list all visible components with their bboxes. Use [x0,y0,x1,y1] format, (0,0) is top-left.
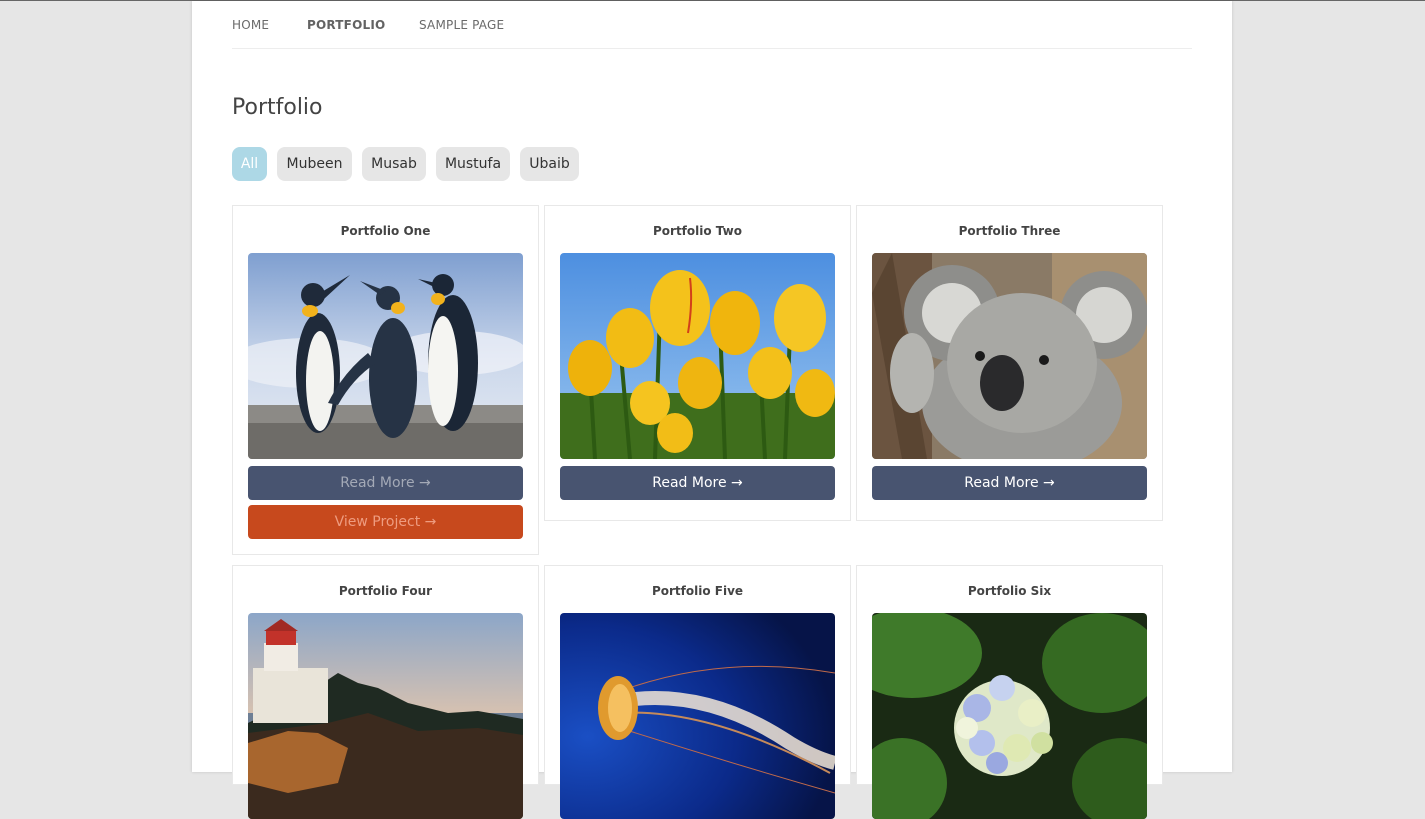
read-more-button[interactable]: Read More → [560,466,835,500]
lighthouse-photo[interactable] [248,613,523,819]
nav-sample-page[interactable]: SAMPLE PAGE [419,18,504,32]
portfolio-card-title: Portfolio Three [958,224,1061,238]
filter-musab[interactable]: Musab [362,147,426,181]
portfolio-card-title: Portfolio One [340,224,431,238]
portfolio-card-one: Portfolio One Read More → View Project → [232,205,539,555]
nav-portfolio[interactable]: PORTFOLIO [307,18,385,32]
portfolio-card-six: Portfolio Six [856,565,1163,819]
portfolio-card-title: Portfolio Two [652,224,742,238]
view-project-button[interactable]: View Project → [248,505,523,539]
portfolio-card-title: Portfolio Four [338,584,433,598]
koala-photo[interactable] [872,253,1147,459]
filter-mubeen[interactable]: Mubeen [277,147,352,181]
filter-ubaib[interactable]: Ubaib [520,147,579,181]
portfolio-card-three: Portfolio Three Read More → [856,205,1163,521]
filter-mustufa[interactable]: Mustufa [436,147,510,181]
filter-all[interactable]: All [232,147,267,181]
read-more-button[interactable]: Read More → [248,466,523,500]
portfolio-card-four: Portfolio Four [232,565,539,819]
page-title: Portfolio [232,95,323,120]
penguins-photo[interactable] [248,253,523,459]
portfolio-card-title: Portfolio Six [967,584,1052,598]
portfolio-card-five: Portfolio Five [544,565,851,819]
jellyfish-photo[interactable] [560,613,835,819]
portfolio-card-two: Portfolio Two Read More → [544,205,851,521]
page-container: HOME PORTFOLIO SAMPLE PAGE Portfolio All… [192,1,1232,819]
portfolio-card-title: Portfolio Five [651,584,744,598]
tulips-photo[interactable] [560,253,835,459]
nav-home[interactable]: HOME [232,18,269,32]
hydrangea-photo[interactable] [872,613,1147,819]
main-navigation: HOME PORTFOLIO SAMPLE PAGE [232,1,1192,49]
read-more-button[interactable]: Read More → [872,466,1147,500]
